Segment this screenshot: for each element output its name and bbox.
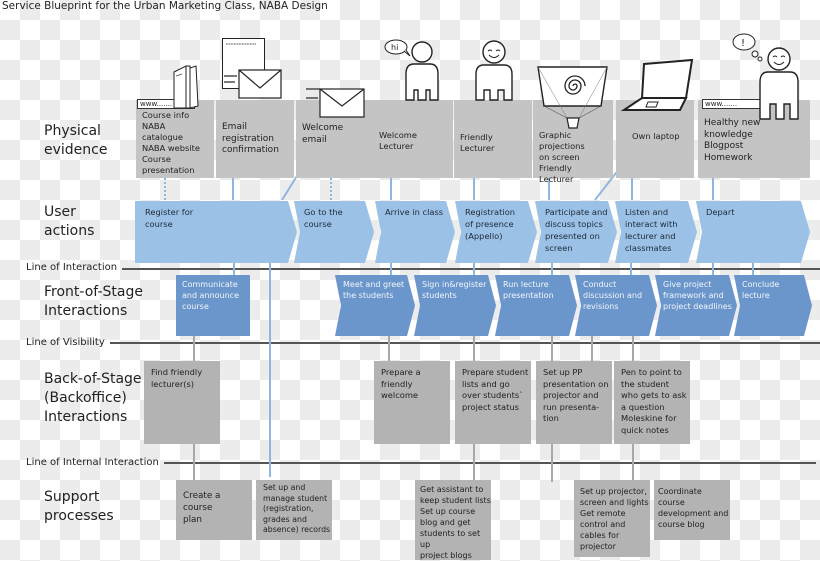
front-stage-text: Run lecture presentation	[503, 280, 554, 300]
evidence-text: Email registration confirmation	[222, 122, 279, 155]
back-stage-find-lecturer: Find friendly lecturer(s)	[144, 361, 220, 444]
back-stage-prepare-lists: Prepare student lists and go over studen…	[455, 361, 531, 444]
laptop-icon	[620, 58, 694, 111]
support-text: Create a course plan	[183, 491, 221, 525]
front-stage-run-lecture: Run lecture presentation	[495, 275, 577, 336]
projector-spiral-icon	[537, 66, 608, 129]
envelope-icon	[306, 88, 365, 118]
evidence-box-welcome-lecturer: Welcome Lecturer	[373, 100, 453, 178]
user-action-text: Go to the course	[304, 207, 343, 229]
front-stage-text: Meet and greet the students	[343, 280, 405, 300]
support-coordinate-blog: Coordinate course development and course…	[654, 480, 730, 540]
support-text: Get assistant to keep student lists Set …	[420, 485, 491, 560]
support-text: Coordinate course development and course…	[658, 487, 729, 529]
evidence-text: Friendly Lecturer	[460, 132, 495, 153]
front-stage-text: Conduct discussion and revisions	[583, 280, 643, 311]
back-stage-text: Pen to point to the student who gets to …	[621, 367, 687, 435]
thinking-person-icon: !	[732, 33, 799, 120]
front-stage-text: Sign in&register students	[422, 280, 487, 300]
support-text: Set up and manage student (registration,…	[263, 483, 331, 534]
back-stage-prepare-welcome: Prepare a friendly welcome	[374, 361, 450, 444]
front-stage-give-project: Give project framework and project deadl…	[655, 275, 737, 336]
user-action-text: Depart	[706, 207, 735, 217]
person-hi-icon: hi	[384, 39, 439, 101]
user-action-text: Participate and discuss topics presented…	[545, 207, 608, 253]
brochure-icon	[173, 65, 199, 109]
support-student-records: Set up and manage student (registration,…	[256, 480, 332, 540]
evidence-box-course-info: Course info NABA catalogue NABA website …	[136, 100, 214, 178]
user-action-go-to-course: Go to the course	[294, 201, 374, 263]
user-action-participate: Participate and discuss topics presented…	[535, 201, 617, 263]
front-stage-conclude: Conclude lecture	[734, 275, 812, 336]
support-projector-setup: Set up projector, screen and lights Get …	[574, 480, 650, 557]
back-stage-text: Set up PP presentation on projector and …	[543, 367, 609, 423]
front-stage-text: Give project framework and project deadl…	[663, 280, 732, 311]
back-stage-text: Find friendly lecturer(s)	[151, 367, 203, 389]
user-action-text: Arrive in class	[385, 207, 444, 217]
user-action-listen: Listen and interact with lecturer and cl…	[615, 201, 697, 263]
letter-envelope-icon	[222, 38, 282, 99]
user-action-text: Listen and interact with lecturer and cl…	[625, 207, 678, 253]
user-action-arrive: Arrive in class	[375, 201, 455, 263]
smiling-person-icon	[475, 40, 513, 101]
user-action-depart: Depart	[696, 201, 810, 263]
user-action-text: Register for course	[145, 207, 194, 229]
front-stage-text: Communicate and announce course	[182, 280, 239, 311]
back-stage-text: Prepare student lists and go over studen…	[462, 367, 529, 412]
front-stage-sign-in: Sign in&register students	[414, 275, 496, 336]
evidence-text: Course info NABA catalogue NABA website …	[142, 110, 201, 175]
back-stage-text: Prepare a friendly welcome	[381, 367, 421, 400]
front-stage-conduct-discussion: Conduct discussion and revisions	[575, 275, 657, 336]
user-action-register: Register for course	[135, 201, 297, 263]
support-text: Set up projector, screen and lights Get …	[580, 487, 649, 551]
support-course-plan: Create a course plan	[176, 480, 252, 540]
front-stage-text: Conclude lecture	[742, 280, 780, 300]
front-stage-communicate: Communicate and announce course	[176, 275, 250, 336]
user-action-registration-presence: Registration of presence (Appello)	[455, 201, 537, 263]
front-stage-meet-greet: Meet and greet the students	[335, 275, 415, 336]
user-action-text: Registration of presence (Appello)	[465, 207, 516, 241]
evidence-box-email-confirmation: Email registration confirmation	[216, 100, 294, 178]
exclaim-text: !	[741, 38, 745, 49]
back-stage-setup-pp: Set up PP presentation on projector and …	[536, 361, 612, 444]
evidence-box-friendly-lecturer: Friendly Lecturer	[454, 100, 532, 178]
evidence-text: Welcome Lecturer	[379, 130, 417, 151]
support-assistant-blog: Get assistant to keep student lists Set …	[415, 480, 491, 560]
back-stage-pen-moleskine: Pen to point to the student who gets to …	[614, 361, 690, 444]
speech-text: hi	[391, 43, 398, 52]
